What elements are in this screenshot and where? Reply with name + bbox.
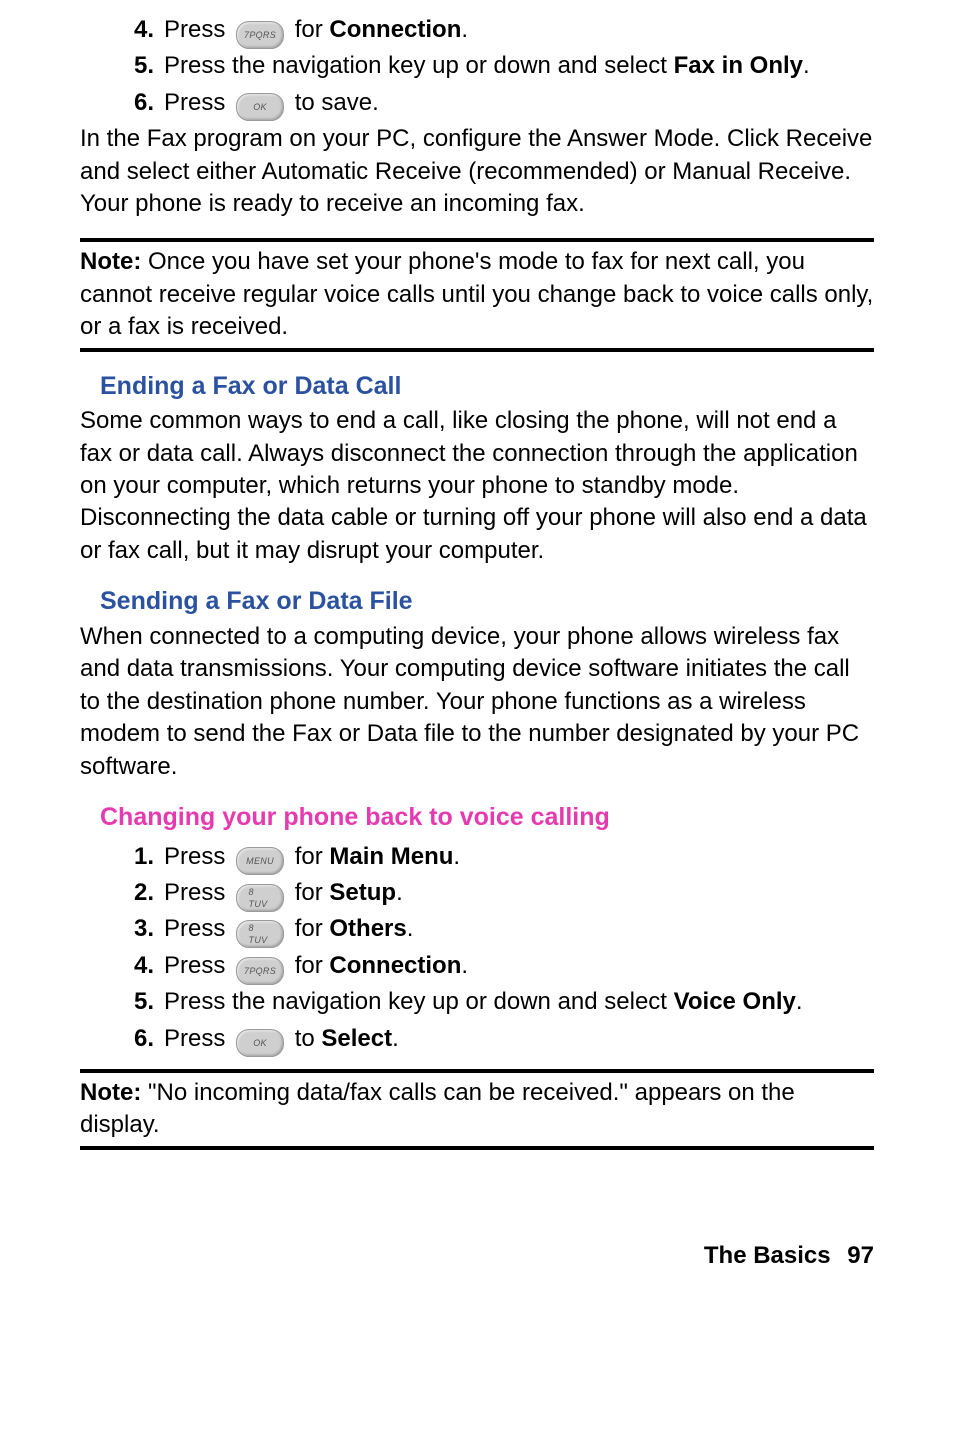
step-number: 2. (120, 877, 164, 909)
text: to save. (295, 89, 379, 116)
text: Press the navigation key up or down and … (164, 52, 667, 79)
key-8tuv-icon (236, 884, 284, 912)
key-7pqrs-icon (236, 21, 284, 49)
note-text: Once you have set your phone's mode to f… (80, 248, 873, 340)
note-text: "No incoming data/fax calls can be recei… (80, 1079, 795, 1138)
text: Press (164, 1025, 225, 1052)
section-title: The Basics (704, 1242, 831, 1269)
text: . (396, 879, 403, 906)
note-2: Note: "No incoming data/fax calls can be… (80, 1077, 874, 1142)
emphasis: Manual Receive (672, 158, 844, 185)
page-footer: The Basics 97 (80, 1240, 874, 1272)
page-number: 97 (847, 1242, 874, 1269)
voice-steps-list: 1. Press for Main Menu. 2. Press for Set… (120, 841, 874, 1055)
ending-body: Some common ways to end a call, like clo… (80, 405, 874, 567)
text: Press (164, 89, 225, 116)
list-item: 6. Press to Select. (120, 1023, 874, 1055)
key-ok-icon (236, 1029, 284, 1057)
text: . (796, 988, 803, 1015)
step-number: 4. (120, 950, 164, 982)
text: . (461, 16, 468, 43)
text: for (295, 843, 323, 870)
text: Press (164, 879, 225, 906)
step-body: Press to save. (164, 87, 874, 119)
bold-label: Connection (329, 16, 461, 43)
text: to (295, 1025, 315, 1052)
text: . (461, 952, 468, 979)
text: for (295, 915, 323, 942)
emphasis: Automatic Receive (261, 158, 461, 185)
step-body: Press for Connection. (164, 14, 874, 46)
step-body: Press the navigation key up or down and … (164, 50, 874, 82)
fax-intro-paragraph: In the Fax program on your PC, configure… (80, 123, 874, 220)
list-item: 4. Press for Connection. (120, 14, 874, 46)
step-body: Press the navigation key up or down and … (164, 986, 874, 1018)
bold-label: Fax in Only (674, 52, 803, 79)
step-number: 5. (120, 986, 164, 1018)
key-ok-icon (236, 93, 284, 121)
step-body: Press for Main Menu. (164, 841, 874, 873)
step-number: 6. (120, 1023, 164, 1055)
step-body: Press for Setup. (164, 877, 874, 909)
step-body: Press for Others. (164, 913, 874, 945)
note-label: Note: (80, 1079, 141, 1106)
step-number: 6. (120, 87, 164, 119)
list-item: 5. Press the navigation key up or down a… (120, 986, 874, 1018)
heading-sending-fax-data-file: Sending a Fax or Data File (100, 585, 874, 619)
heading-ending-fax-data-call: Ending a Fax or Data Call (100, 370, 874, 404)
step-number: 1. (120, 841, 164, 873)
bold-label: Setup (329, 879, 396, 906)
list-item: 2. Press for Setup. (120, 877, 874, 909)
text: Press (164, 16, 225, 43)
text: . (453, 843, 460, 870)
step-number: 3. (120, 913, 164, 945)
text: . (392, 1025, 399, 1052)
step-number: 5. (120, 50, 164, 82)
step-number: 4. (120, 14, 164, 46)
text: Press (164, 952, 225, 979)
text: . (407, 915, 414, 942)
list-item: 1. Press for Main Menu. (120, 841, 874, 873)
divider (80, 1146, 874, 1150)
bold-label: Others (329, 915, 406, 942)
bold-label: Connection (329, 952, 461, 979)
key-menu-icon (236, 847, 284, 875)
key-8tuv-icon (236, 920, 284, 948)
sending-body: When connected to a computing device, yo… (80, 621, 874, 783)
divider (80, 348, 874, 352)
text: for (295, 879, 323, 906)
step-body: Press to Select. (164, 1023, 874, 1055)
text: Press (164, 843, 225, 870)
list-item: 4. Press for Connection. (120, 950, 874, 982)
divider (80, 238, 874, 242)
text: for (295, 952, 323, 979)
text: In the Fax program on your PC, configure… (80, 125, 567, 152)
text: Press the navigation key up or down and … (164, 988, 667, 1015)
text: . (803, 52, 810, 79)
emphasis: Answer Mode (567, 125, 714, 152)
text: Press (164, 915, 225, 942)
note-label: Note: (80, 248, 141, 275)
divider (80, 1069, 874, 1073)
list-item: 5. Press the navigation key up or down a… (120, 50, 874, 82)
note-1: Note: Once you have set your phone's mod… (80, 246, 874, 343)
key-7pqrs-icon (236, 957, 284, 985)
bold-label: Voice Only (674, 988, 796, 1015)
text: (recommended) or (462, 158, 673, 185)
continued-steps-list: 4. Press for Connection. 5. Press the na… (120, 14, 874, 119)
bold-label: Main Menu (329, 843, 453, 870)
list-item: 6. Press to save. (120, 87, 874, 119)
heading-changing-voice: Changing your phone back to voice callin… (100, 801, 874, 835)
bold-label: Select (321, 1025, 392, 1052)
text: for (295, 16, 323, 43)
list-item: 3. Press for Others. (120, 913, 874, 945)
step-body: Press for Connection. (164, 950, 874, 982)
